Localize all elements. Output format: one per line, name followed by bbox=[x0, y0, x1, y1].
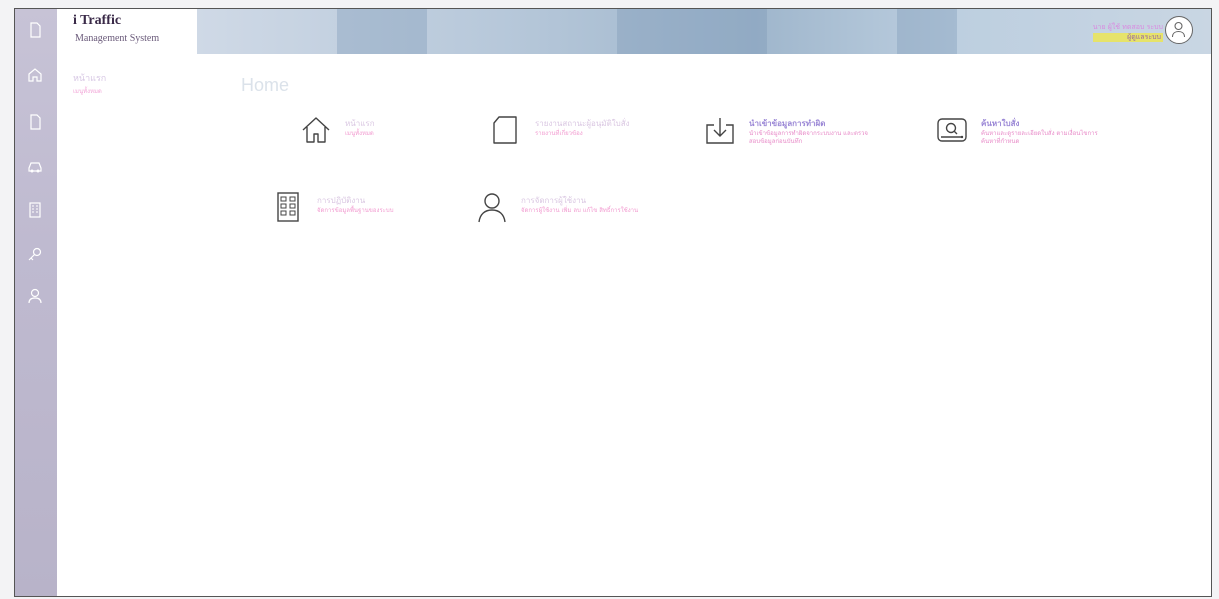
car-icon[interactable] bbox=[26, 157, 44, 175]
user-icon[interactable] bbox=[26, 287, 44, 305]
card-title: รายงานสถานะผู้อนุมัติใบสั่ง bbox=[535, 119, 630, 128]
building-icon[interactable] bbox=[26, 201, 44, 219]
home-icon[interactable] bbox=[26, 65, 44, 83]
app-window: i Traffic Management System นาย ผู้ใช้ ท… bbox=[14, 8, 1212, 597]
header-banner: นาย ผู้ใช้ ทดสอบ ระบบ ผู้ดูแลระบบ bbox=[197, 9, 1211, 54]
building-icon bbox=[271, 190, 305, 224]
user-icon bbox=[1171, 21, 1186, 38]
card-desc: เมนูทั้งหมด bbox=[345, 130, 374, 137]
menu-card-operations[interactable]: การปฏิบัติงาน จัดการข้อมูลพื้นฐานของระบบ bbox=[271, 190, 461, 230]
home-icon bbox=[299, 113, 333, 147]
card-desc: รายงานที่เกี่ยวข้อง bbox=[535, 130, 583, 137]
app-title: i Traffic bbox=[73, 13, 122, 28]
breadcrumb-title[interactable]: หน้าแรก bbox=[73, 71, 106, 85]
breadcrumb-subtitle: เมนูทั้งหมด bbox=[73, 88, 102, 95]
user-status: นาย ผู้ใช้ ทดสอบ ระบบ ผู้ดูแลระบบ bbox=[1092, 23, 1163, 42]
brand-logo: i Traffic Management System bbox=[57, 9, 197, 54]
user-role-badge: ผู้ดูแลระบบ bbox=[1092, 33, 1163, 42]
card-desc: ค้นหาและดูรายละเอียดใบสั่ง ตามเงื่อนไขกา… bbox=[981, 130, 1098, 145]
avatar[interactable] bbox=[1165, 16, 1193, 44]
card-desc: นำเข้าข้อมูลการทำผิดจากระบบงาน และตรวจสอ… bbox=[749, 130, 868, 145]
card-title: ค้นหาใบสั่ง bbox=[981, 119, 1020, 128]
card-title: หน้าแรก bbox=[345, 119, 375, 128]
download-icon bbox=[703, 113, 737, 147]
card-title: การจัดการผู้ใช้งาน bbox=[521, 196, 587, 205]
document-icon[interactable] bbox=[26, 21, 44, 39]
page-title: Home bbox=[241, 75, 290, 95]
user-icon bbox=[475, 190, 509, 224]
card-desc: จัดการข้อมูลพื้นฐานของระบบ bbox=[317, 207, 394, 214]
menu-card-home[interactable]: หน้าแรก เมนูทั้งหมด bbox=[299, 113, 459, 153]
icon-rail bbox=[15, 9, 57, 596]
menu-card-users[interactable]: การจัดการผู้ใช้งาน จัดการผู้ใช้งาน เพิ่ม… bbox=[475, 190, 685, 230]
card-desc: จัดการผู้ใช้งาน เพิ่ม ลบ แก้ไข สิทธิ์การ… bbox=[521, 207, 639, 214]
key-icon[interactable] bbox=[26, 245, 44, 263]
document-icon[interactable] bbox=[26, 113, 44, 131]
card-title: การปฏิบัติงาน bbox=[317, 196, 366, 205]
breadcrumb: หน้าแรก เมนูทั้งหมด bbox=[73, 71, 106, 96]
card-title: นำเข้าข้อมูลการทำผิด bbox=[749, 119, 826, 128]
document-icon bbox=[489, 113, 523, 147]
menu-card-import[interactable]: นำเข้าข้อมูลการทำผิด นำเข้าข้อมูลการทำผิ… bbox=[703, 113, 923, 153]
app-subtitle: Management System bbox=[75, 33, 160, 44]
user-name: นาย ผู้ใช้ ทดสอบ ระบบ bbox=[1092, 23, 1163, 31]
menu-card-report[interactable]: รายงานสถานะผู้อนุมัติใบสั่ง รายงานที่เกี… bbox=[489, 113, 689, 153]
search-drive-icon bbox=[935, 113, 969, 147]
menu-card-search[interactable]: ค้นหาใบสั่ง ค้นหาและดูรายละเอียดใบสั่ง ต… bbox=[935, 113, 1135, 153]
